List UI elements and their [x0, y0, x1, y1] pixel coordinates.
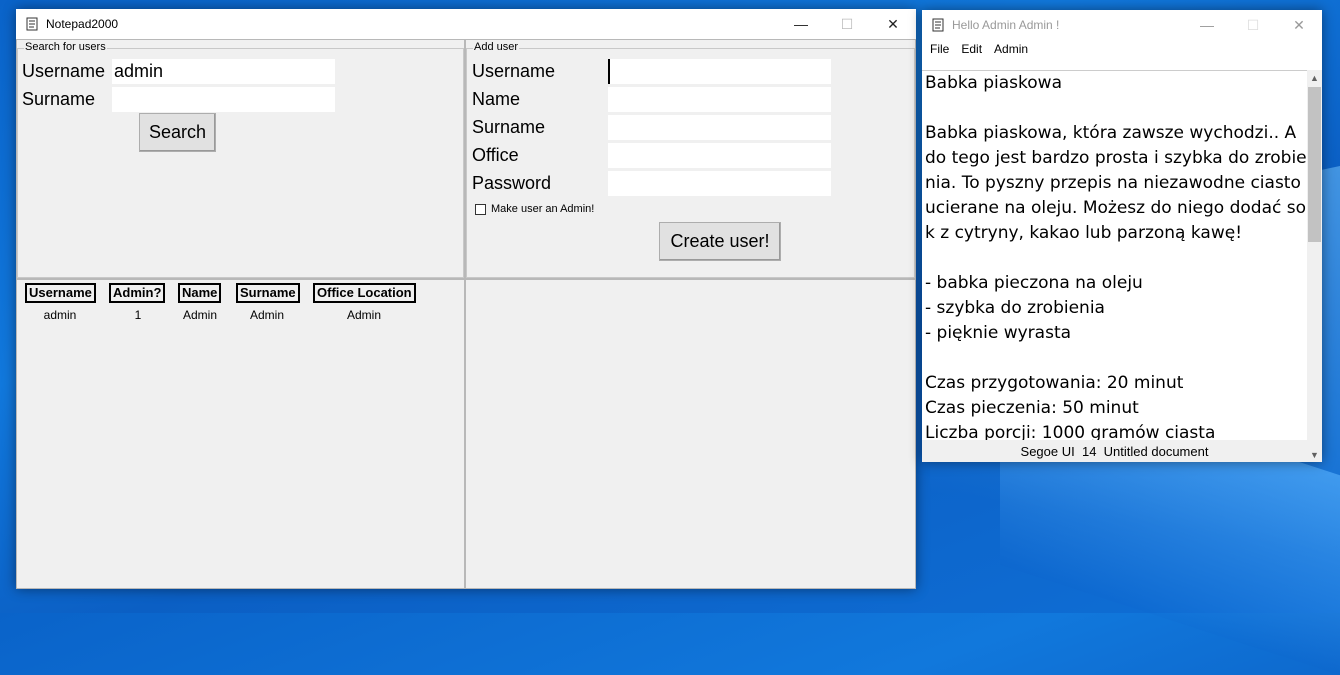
add-name-label: Name — [472, 89, 521, 109]
add-surname-label: Surname — [472, 117, 546, 137]
cell-username: admin — [43, 308, 77, 322]
editor-window: Hello Admin Admin ! — ☐ ✕ File Edit Admi… — [922, 10, 1322, 462]
make-admin-checkbox-label: Make user an Admin! — [491, 203, 595, 215]
col-header-username: Username — [25, 283, 96, 303]
cell-admin: 1 — [134, 308, 142, 322]
add-surname-input[interactable] — [608, 115, 831, 140]
add-user-pane: Add user Username Name Surname Office Pa… — [465, 39, 916, 279]
add-name-input[interactable] — [608, 87, 831, 112]
window-title: Notepad2000 — [46, 17, 119, 31]
add-office-input[interactable] — [608, 143, 831, 168]
col-header-admin: Admin? — [109, 283, 166, 303]
scroll-thumb[interactable] — [1308, 87, 1321, 242]
cell-office-location: Admin — [346, 308, 381, 322]
minimize-button[interactable]: — — [1184, 10, 1230, 40]
search-username-label: Username — [22, 61, 106, 81]
search-pane: Search for users Username Surname Search — [16, 39, 465, 279]
notepad-app-icon — [24, 16, 40, 32]
search-button[interactable]: Search — [139, 113, 216, 152]
menu-file[interactable]: File — [922, 40, 957, 60]
col-header-name: Name — [178, 283, 222, 303]
document-text-area[interactable]: Babka piaskowa Babka piaskowa, która zaw… — [922, 70, 1307, 440]
add-username-label: Username — [472, 61, 556, 81]
menu-edit[interactable]: Edit — [957, 40, 990, 60]
status-bar: Segoe UI 14 Untitled document — [922, 440, 1307, 462]
editor-window-title: Hello Admin Admin ! — [952, 18, 1060, 32]
search-username-input[interactable] — [112, 59, 335, 84]
col-header-office-location: Office Location — [313, 283, 416, 303]
search-surname-label: Surname — [22, 89, 96, 109]
col-header-surname: Surname — [236, 283, 300, 303]
status-size: 14 — [1081, 443, 1097, 459]
title-bar[interactable]: Notepad2000 — ☐ ✕ — [16, 9, 916, 39]
minimize-button[interactable]: — — [778, 9, 824, 39]
editor-title-bar[interactable]: Hello Admin Admin ! — ☐ ✕ — [922, 10, 1322, 40]
maximize-button[interactable]: ☐ — [1230, 10, 1276, 40]
results-pane: Username Admin? Name Surname Office Loca… — [16, 279, 465, 589]
menu-admin[interactable]: Admin — [990, 40, 1036, 60]
menu-bar: File Edit Admin — [922, 40, 1322, 60]
notepad2000-window: Notepad2000 — ☐ ✕ Search for users Usern… — [16, 9, 916, 589]
maximize-button[interactable]: ☐ — [824, 9, 870, 39]
add-user-group-title: Add user — [473, 41, 520, 53]
cell-surname: Admin — [249, 308, 284, 322]
search-surname-input[interactable] — [112, 87, 335, 112]
vertical-scrollbar[interactable]: ▲ ▼ — [1307, 70, 1322, 462]
scroll-down-icon[interactable]: ▼ — [1307, 447, 1322, 462]
scroll-up-icon[interactable]: ▲ — [1307, 70, 1322, 85]
search-group-title: Search for users — [24, 41, 107, 53]
cell-name: Admin — [182, 308, 217, 322]
add-password-label: Password — [472, 173, 552, 193]
add-username-input[interactable] — [608, 59, 831, 84]
make-admin-checkbox[interactable] — [475, 204, 486, 215]
add-office-label: Office — [472, 145, 519, 165]
status-font: Segoe UI — [1020, 443, 1075, 459]
create-user-button[interactable]: Create user! — [659, 222, 781, 261]
empty-pane — [465, 279, 916, 589]
notepad-app-icon — [930, 17, 946, 33]
close-button[interactable]: ✕ — [1276, 10, 1322, 40]
add-password-input[interactable] — [608, 171, 831, 196]
close-button[interactable]: ✕ — [870, 9, 916, 39]
status-document: Untitled document — [1103, 443, 1209, 459]
